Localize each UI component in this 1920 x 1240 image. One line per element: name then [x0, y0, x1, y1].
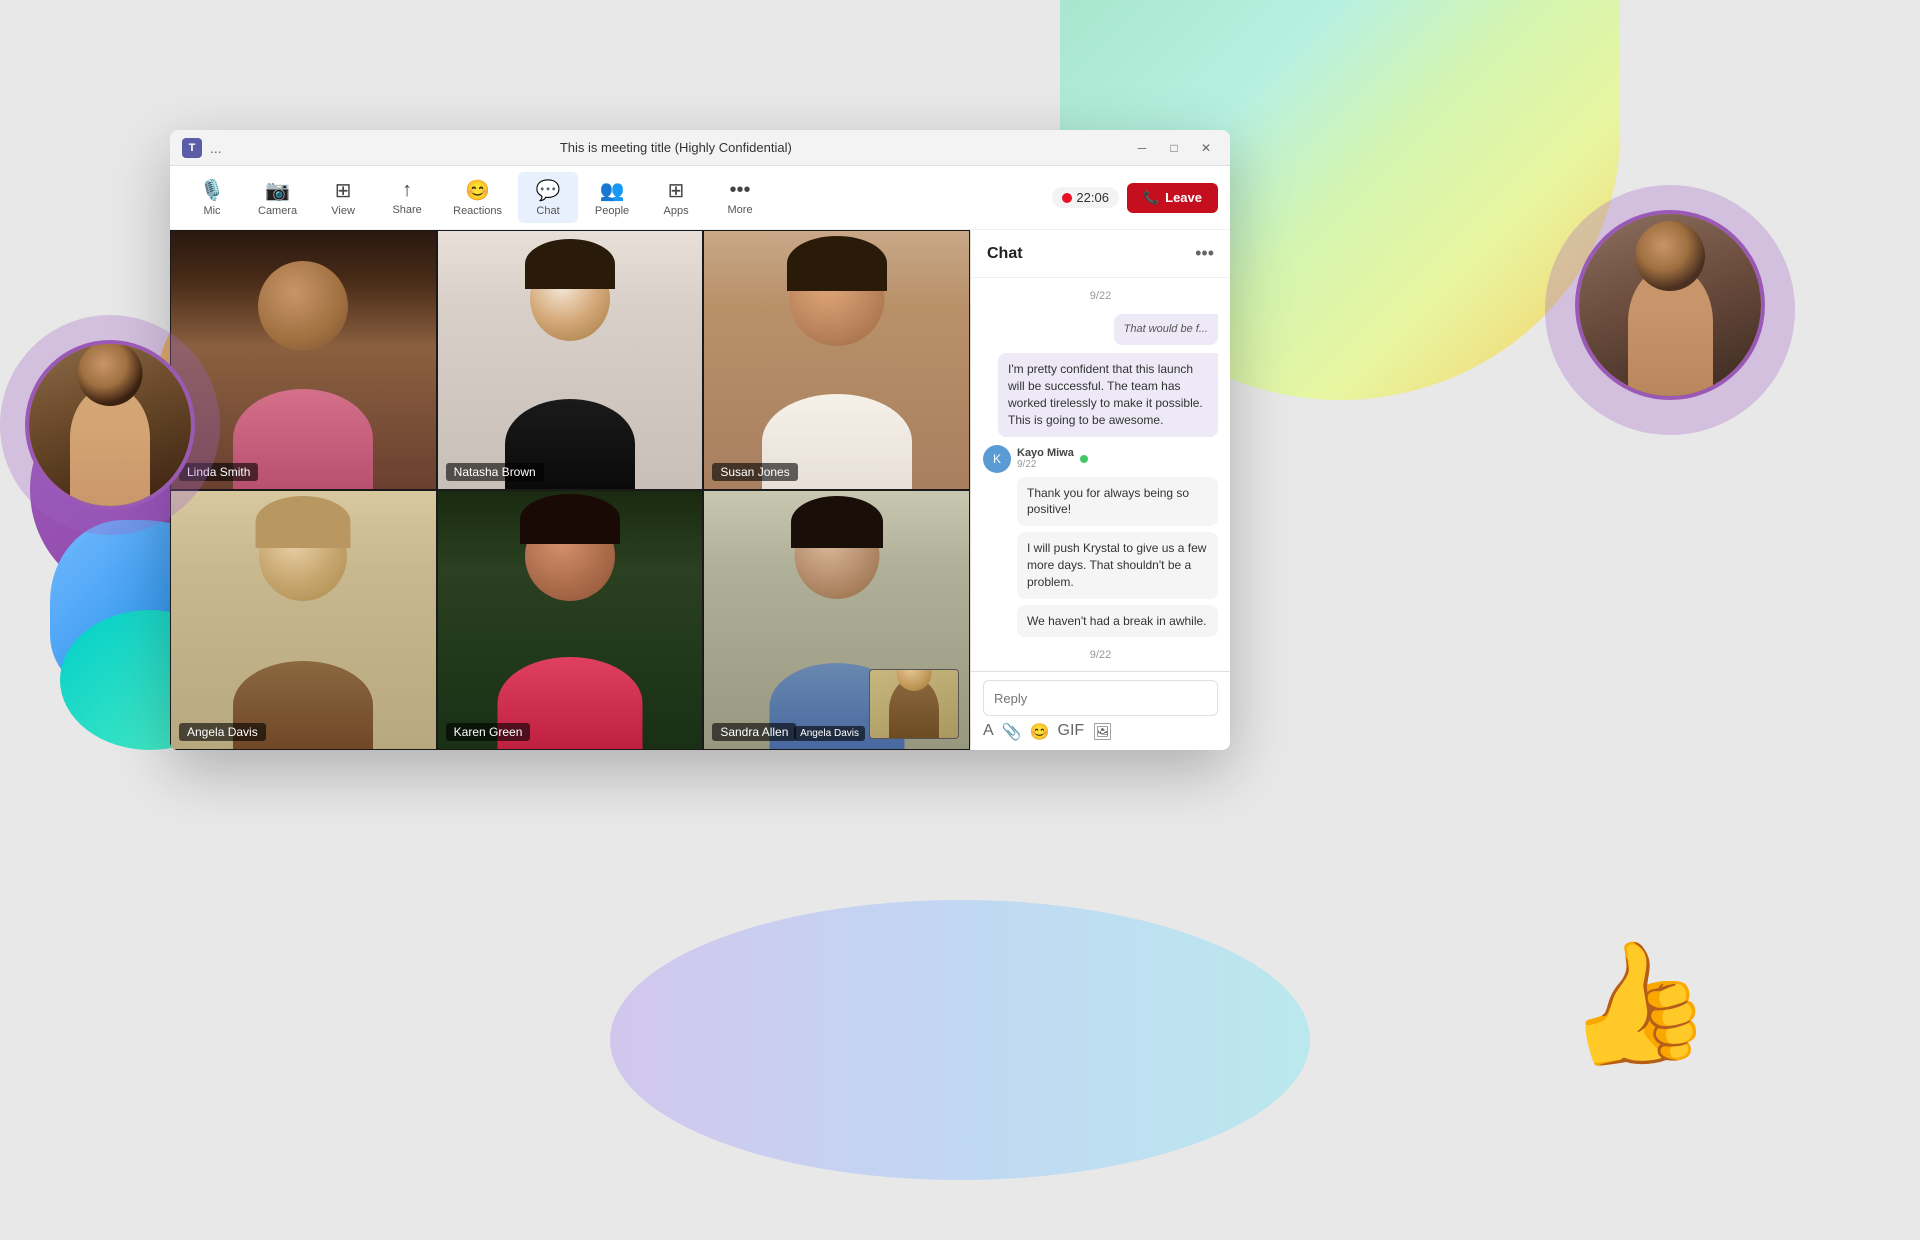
meeting-title: This is meeting title (Highly Confidenti… [560, 140, 792, 155]
timer-value: 22:06 [1076, 190, 1109, 205]
gif-icon[interactable]: GIF [1058, 722, 1085, 742]
leave-button[interactable]: 📞 Leave [1127, 183, 1218, 213]
video-bg-5 [438, 491, 703, 749]
more-button[interactable]: ••• More [710, 173, 770, 222]
video-bg-4 [171, 491, 436, 749]
name-natasha-brown: Natasha Brown [446, 463, 544, 481]
name-sandra-allen: Sandra Allen [712, 723, 796, 741]
leave-phone-icon: 📞 [1143, 190, 1159, 206]
mic-icon: 🎙️ [200, 178, 225, 203]
window-controls: ─ □ ✕ [1130, 136, 1218, 160]
view-label: View [331, 205, 355, 217]
right-participant-avatar [1575, 210, 1765, 400]
people-label: People [595, 205, 629, 217]
video-cell-sandra: Sandra Allen Angela Davis [703, 490, 970, 750]
video-bg-3 [704, 231, 969, 489]
sender-avatar-kayo: K [983, 445, 1011, 473]
more-icon: ••• [730, 179, 751, 202]
chat-timestamp-1: 9/22 [983, 290, 1218, 302]
left-participant-avatar [25, 340, 195, 510]
chat-reply-input[interactable] [983, 680, 1218, 716]
toolbar-right: 22:06 📞 Leave [1052, 183, 1218, 213]
leave-label: Leave [1165, 190, 1202, 205]
name-karen-green: Karen Green [446, 723, 531, 741]
sender-info-kayo: Kayo Miwa 9/22 [1017, 447, 1074, 470]
video-bg-2 [438, 231, 703, 489]
apps-icon: ⊞ [668, 178, 685, 203]
video-cell-susan: Susan Jones [703, 230, 970, 490]
sender-avatar-bg: K [983, 445, 1011, 473]
chat-msg-right-1: I'm pretty confident that this launch wi… [983, 353, 1218, 436]
chat-label: Chat [536, 205, 559, 217]
title-bar-left: T ... [182, 138, 222, 158]
chat-panel-title: Chat [987, 245, 1023, 263]
people-button[interactable]: 👥 People [582, 172, 642, 223]
view-icon: ⊞ [335, 178, 352, 203]
camera-icon: 📷 [265, 178, 290, 203]
reactions-button[interactable]: 😊 Reactions [441, 172, 514, 223]
view-button[interactable]: ⊞ View [313, 172, 373, 223]
emoji-icon[interactable]: 😊 [1030, 722, 1050, 742]
video-cell-natasha: Natasha Brown [437, 230, 704, 490]
video-cell-karen: Karen Green [437, 490, 704, 750]
minimize-button[interactable]: ─ [1130, 136, 1154, 160]
chat-icon: 💬 [536, 178, 561, 203]
mic-button[interactable]: 🎙️ Mic [182, 172, 242, 223]
reactions-label: Reactions [453, 205, 502, 217]
chat-timestamp-2: 9/22 [983, 649, 1218, 661]
chat-format-toolbar: A 📎 😊 GIF 🖼 [983, 716, 1218, 742]
name-angela-davis: Angela Davis [179, 723, 266, 741]
chat-msg-kayo: K Kayo Miwa 9/22 Thank you for always be… [983, 445, 1218, 638]
chat-bubble-kayo-3: We haven't had a break in awhile. [1017, 605, 1218, 638]
attach-file-icon[interactable]: 📎 [1002, 722, 1022, 742]
bg-decoration-bottom [610, 900, 1310, 1180]
sender-time-kayo: 9/22 [1017, 459, 1074, 470]
chat-panel: Chat ••• 9/22 That would be f... I'm pre… [970, 230, 1230, 750]
sender-name-kayo: Kayo Miwa [1017, 447, 1074, 459]
pip-name-label: Angela Davis [794, 726, 865, 741]
kayo-messages: Thank you for always being so positive! … [983, 477, 1218, 638]
video-cell-angela: Angela Davis [170, 490, 437, 750]
sender-row-kayo: K Kayo Miwa 9/22 [983, 445, 1218, 473]
camera-label: Camera [258, 205, 297, 217]
chat-bubble-kayo-2: I will push Krystal to give us a few mor… [1017, 532, 1218, 598]
main-content: Linda Smith Natasha Brown [170, 230, 1230, 750]
video-grid: Linda Smith Natasha Brown [170, 230, 970, 750]
meeting-toolbar: 🎙️ Mic 📷 Camera ⊞ View ↑ Share 😊 Reactio… [170, 166, 1230, 230]
chat-bubble-right-1: I'm pretty confident that this launch wi… [998, 353, 1218, 436]
close-button[interactable]: ✕ [1194, 136, 1218, 160]
camera-button[interactable]: 📷 Camera [246, 172, 309, 223]
share-label: Share [392, 204, 421, 216]
share-button[interactable]: ↑ Share [377, 173, 437, 222]
people-icon: 👥 [600, 178, 625, 203]
title-bar: T ... This is meeting title (Highly Conf… [170, 130, 1230, 166]
chat-input-area: A 📎 😊 GIF 🖼 [971, 671, 1230, 750]
chat-msg-preview: That would be f... [983, 314, 1218, 345]
chat-bubble-kayo-1: Thank you for always being so positive! [1017, 477, 1218, 527]
teams-logo: T [182, 138, 202, 158]
chat-messages-list: 9/22 That would be f... I'm pretty confi… [971, 278, 1230, 671]
apps-button[interactable]: ⊞ Apps [646, 172, 706, 223]
apps-label: Apps [664, 205, 689, 217]
format-text-icon[interactable]: A [983, 722, 994, 742]
sticker-icon[interactable]: 🖼 [1092, 722, 1112, 742]
recording-indicator [1062, 193, 1072, 203]
name-susan-jones: Susan Jones [712, 463, 797, 481]
chat-header: Chat ••• [971, 230, 1230, 278]
title-bar-more[interactable]: ... [210, 140, 222, 156]
teams-meeting-window: T ... This is meeting title (Highly Conf… [170, 130, 1230, 750]
reactions-icon: 😊 [465, 178, 490, 203]
mic-label: Mic [203, 205, 220, 217]
sender-status-dot [1080, 455, 1088, 463]
share-icon: ↑ [402, 179, 412, 202]
pip-video-angela [869, 669, 959, 739]
chat-button[interactable]: 💬 Chat [518, 172, 578, 223]
maximize-button[interactable]: □ [1162, 136, 1186, 160]
chat-more-button[interactable]: ••• [1195, 243, 1214, 264]
more-label: More [728, 204, 753, 216]
recording-timer: 22:06 [1052, 187, 1119, 208]
chat-bubble-preview: That would be f... [1114, 314, 1218, 345]
thumbs-up-emoji: 👍 [1550, 923, 1721, 1087]
